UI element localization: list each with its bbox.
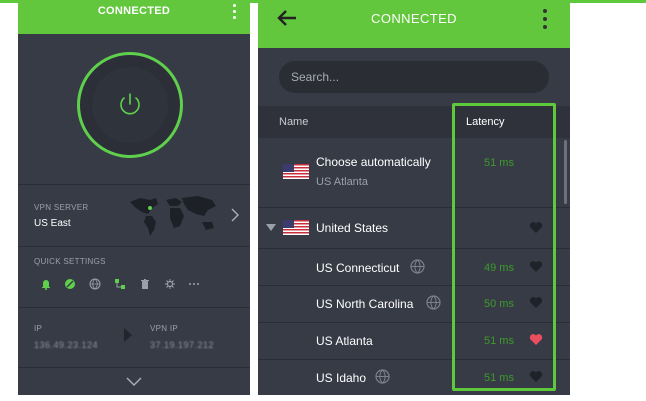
trash-icon[interactable]	[139, 278, 151, 290]
server-name: US Connecticut	[316, 261, 400, 275]
search-placeholder: Search...	[291, 70, 340, 84]
quick-settings-label: QUICK SETTINGS	[34, 257, 106, 266]
server-name: US North Carolina	[316, 297, 414, 311]
more-menu-icon[interactable]	[231, 4, 237, 24]
connection-status: CONNECTED	[97, 5, 171, 17]
auto-server-name: Choose automatically	[316, 155, 431, 169]
vpn-server-label: VPN SERVER	[34, 203, 89, 212]
scrollbar[interactable]	[564, 140, 567, 204]
connect-button[interactable]	[77, 52, 183, 158]
server-list-panel: CONNECTED Search... Name Latency Choose …	[258, 0, 570, 395]
block-icon[interactable]	[64, 278, 76, 290]
header-bar: CONNECTED	[18, 0, 250, 34]
world-map-icon	[130, 196, 216, 236]
virtual-location-icon	[410, 259, 425, 274]
vpn-home-panel: CONNECTED VPN SERVER US East QUICK SETTI…	[18, 0, 250, 395]
ip-value: 136.49.23.124	[34, 340, 99, 350]
server-name: US Atlanta	[316, 334, 373, 348]
latency-highlight-box	[452, 103, 556, 391]
virtual-location-icon	[426, 295, 441, 310]
server-name: US Idaho	[316, 371, 367, 385]
vpn-server-value: US East	[34, 218, 71, 229]
auto-server-location: US Atlanta	[316, 176, 368, 188]
us-flag-icon	[283, 164, 309, 179]
connection-status: CONNECTED	[371, 11, 457, 26]
ip-label: IP	[34, 324, 43, 333]
chevron-right-icon	[231, 208, 239, 222]
us-flag-icon	[283, 220, 309, 235]
bell-icon[interactable]	[40, 278, 52, 290]
power-icon	[120, 93, 140, 115]
header-bar: CONNECTED	[258, 0, 570, 48]
name-column-header[interactable]: Name	[279, 116, 308, 128]
vpn-ip-value: 37.19.197.212	[150, 340, 215, 350]
gear-icon[interactable]	[164, 278, 176, 290]
triangle-down-icon	[266, 224, 276, 231]
country-name: United States	[316, 221, 389, 235]
search-input[interactable]: Search...	[279, 61, 549, 93]
virtual-location-icon	[375, 369, 390, 384]
vpn-ip-label: VPN IP	[150, 324, 179, 333]
network-icon[interactable]	[114, 278, 126, 290]
arrow-right-icon	[124, 328, 132, 342]
globe-shield-icon[interactable]	[89, 278, 101, 290]
more-menu-icon[interactable]	[542, 9, 548, 39]
chevron-down-icon[interactable]	[126, 377, 142, 386]
more-icon[interactable]	[188, 278, 200, 290]
